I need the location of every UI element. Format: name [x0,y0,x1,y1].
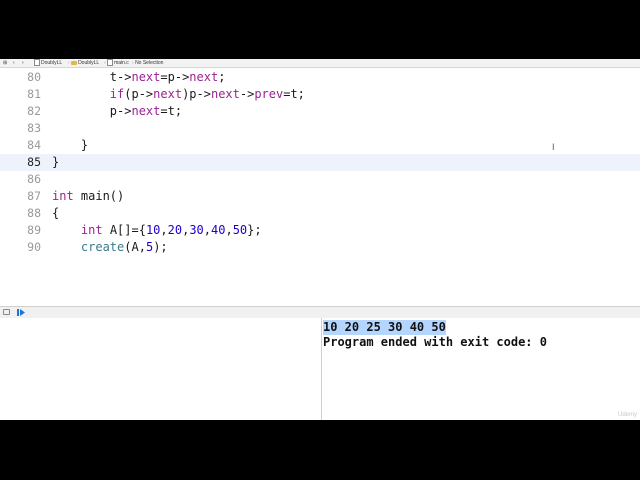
code-editor[interactable]: 80 t->next=p->next; 81 if(p->next)p->next… [0,68,640,306]
line-number: 80 [27,70,41,84]
folder-icon [71,60,78,65]
add-editor-icon[interactable]: ⊞ [3,59,7,67]
code-text: create(A,5); [80,240,168,254]
line-number: 88 [27,206,41,220]
code-text: { [52,206,60,220]
text-cursor-icon: I [552,142,555,152]
code-text: t->next=p->next; [52,70,226,84]
hide-debug-area-icon[interactable] [3,309,10,315]
code-text: } [52,138,89,152]
line-number: 86 [27,172,41,186]
line-number: 89 [27,223,41,237]
code-line[interactable]: 81 if(p->next)p->next->prev=t; [0,86,640,103]
continue-icon[interactable] [17,309,25,316]
code-text: } [52,155,60,169]
code-line[interactable]: 89 int A[]={10,20,30,40,50}; [0,222,640,239]
code-line[interactable]: 85} [0,154,640,171]
console-output[interactable]: 10 20 25 30 40 50 Program ended with exi… [322,318,640,420]
forward-chevron-icon[interactable]: › [22,59,24,67]
breadcrumb-selection[interactable]: › No Selection [132,59,163,67]
back-chevron-icon[interactable]: ‹ [13,59,15,67]
jump-bar: ⊞ ‹ › DoublyLL › DoublyLL › main.c › No … [0,59,640,68]
code-text: if(p->next)p->next->prev=t; [109,87,305,101]
xcode-window: ⊞ ‹ › DoublyLL › DoublyLL › main.c › No … [0,59,640,420]
line-number: 84 [27,138,41,152]
code-line[interactable]: 84 } [0,137,640,154]
console-line: Program ended with exit code: 0 [323,335,547,349]
line-number: 83 [27,121,41,135]
console-line: 10 20 25 30 40 50 [323,320,446,335]
line-number: 82 [27,104,41,118]
file-c-icon [107,59,114,67]
breadcrumb-project[interactable]: DoublyLL [34,59,62,67]
code-text: p->next=t; [52,104,183,118]
code-line[interactable]: 80 t->next=p->next; [0,69,640,86]
code-line[interactable]: 82 p->next=t; [0,103,640,120]
file-c-icon [34,59,40,67]
code-line[interactable]: 87 int main() [0,188,640,205]
watermark: Udemy [617,412,637,418]
line-number: 90 [27,240,41,254]
code-text: int main() [52,189,125,203]
line-number: 87 [27,189,41,203]
line-number: 85 [27,155,41,169]
code-line[interactable]: 90 create(A,5); [0,239,640,256]
variables-view[interactable] [0,318,321,420]
code-line[interactable]: 86 [0,171,640,188]
breadcrumb-folder[interactable]: › DoublyLL [68,59,99,67]
line-number: 81 [27,87,41,101]
breadcrumb-file[interactable]: › main.c [104,59,129,67]
code-line[interactable]: 88 { [0,205,640,222]
code-line[interactable]: 83 [0,120,640,137]
code-text: int A[]={10,20,30,40,50}; [80,223,262,237]
